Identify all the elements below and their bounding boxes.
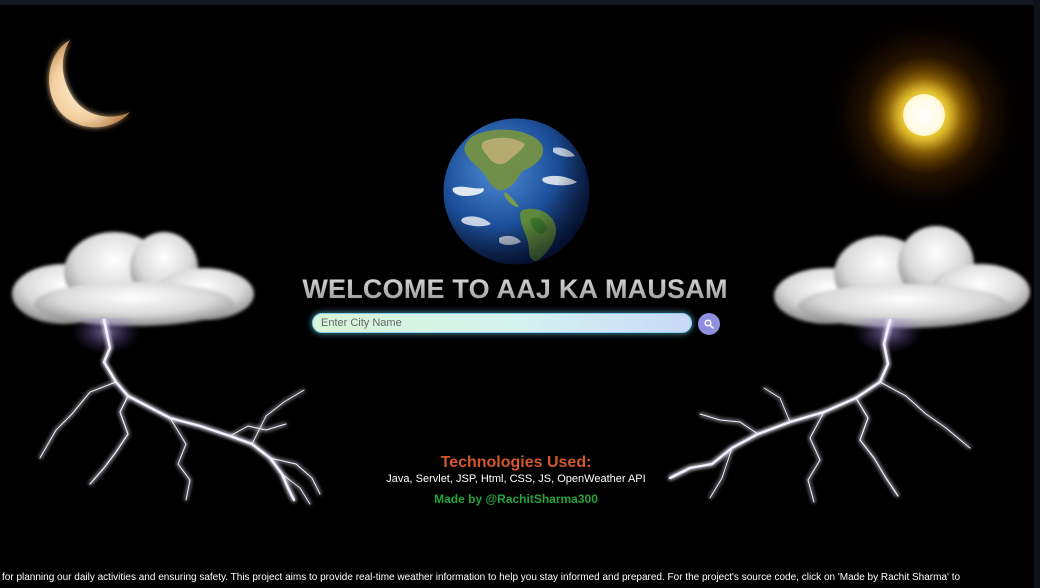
moon-icon <box>49 40 130 128</box>
weather-home-page: WELCOME TO AAJ KA MAUSAM Technologies Us… <box>0 0 1040 588</box>
search-bar <box>312 313 722 335</box>
scrolling-description-text: for planning our daily activities and en… <box>2 572 961 583</box>
scrollbar-track[interactable] <box>1034 0 1040 588</box>
lightning-bolt-icon <box>39 318 321 505</box>
search-icon <box>704 319 714 329</box>
made-by-link[interactable]: Made by @RachitSharma300 <box>366 492 666 506</box>
city-search-input[interactable] <box>312 313 692 333</box>
browser-top-strip <box>0 0 1040 5</box>
technologies-list: Java, Servlet, JSP, Html, CSS, JS, OpenW… <box>386 473 646 485</box>
page-title: WELCOME TO AAJ KA MAUSAM <box>260 274 770 305</box>
technologies-heading: Technologies Used: <box>440 454 592 471</box>
search-button[interactable] <box>698 313 720 335</box>
sun-icon <box>903 94 945 136</box>
lightning-bolt-icon <box>668 318 971 503</box>
earth-globe-icon <box>443 118 590 265</box>
scrolling-description: for planning our daily activities and en… <box>0 571 1040 585</box>
